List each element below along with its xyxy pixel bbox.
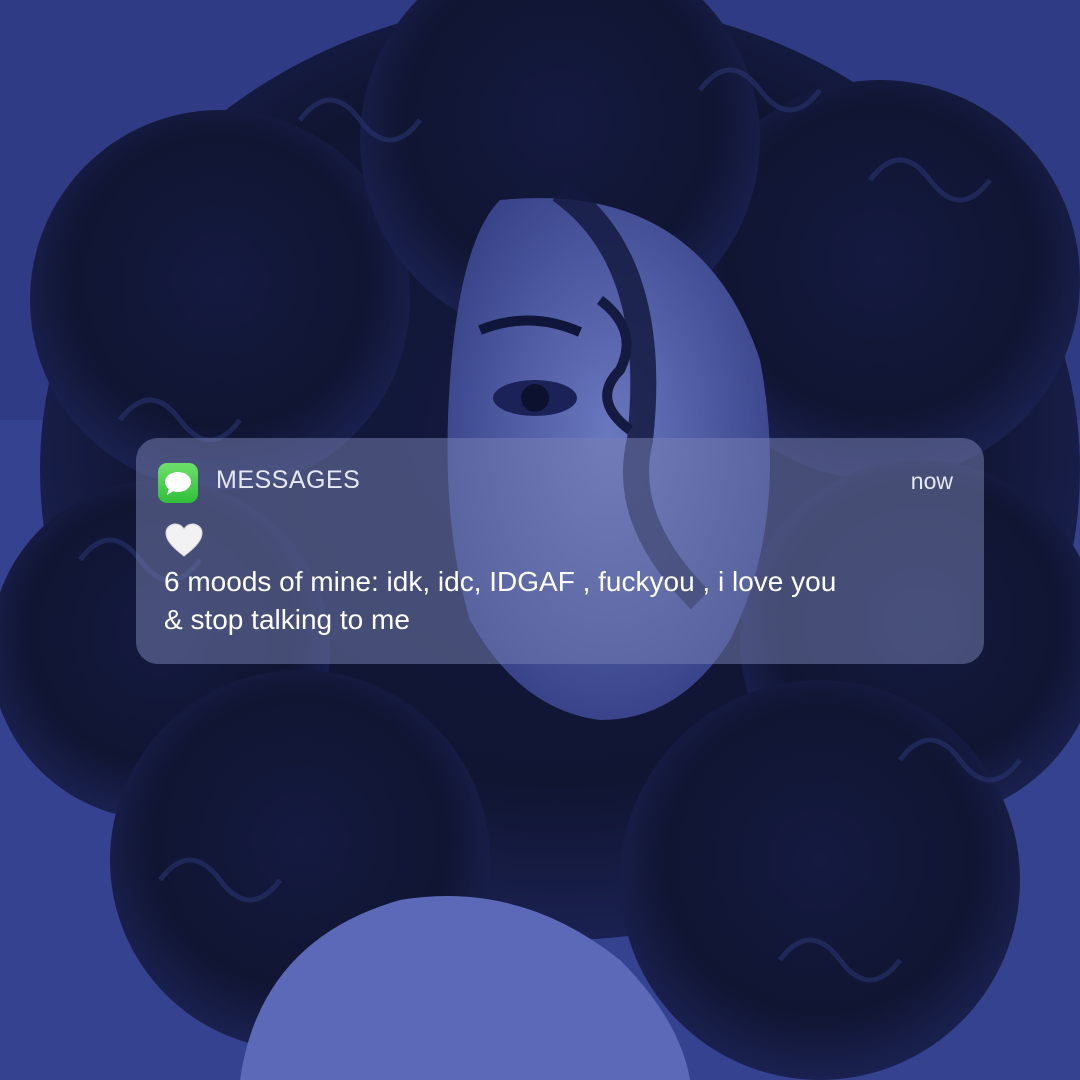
message-notification[interactable]: MESSAGES now 6 moods of mine: idk, idc, … [136, 438, 984, 664]
notification-time: now [910, 468, 953, 494]
message-text-line-1: 6 moods of mine: idk, idc, IDGAF , fucky… [164, 566, 837, 597]
white-heart-icon [165, 523, 203, 557]
messages-icon [158, 463, 198, 503]
app-name: MESSAGES [216, 466, 361, 494]
message-text-line-2: & stop talking to me [164, 604, 410, 635]
lock-screen: MESSAGES now 6 moods of mine: idk, idc, … [0, 0, 1080, 1080]
